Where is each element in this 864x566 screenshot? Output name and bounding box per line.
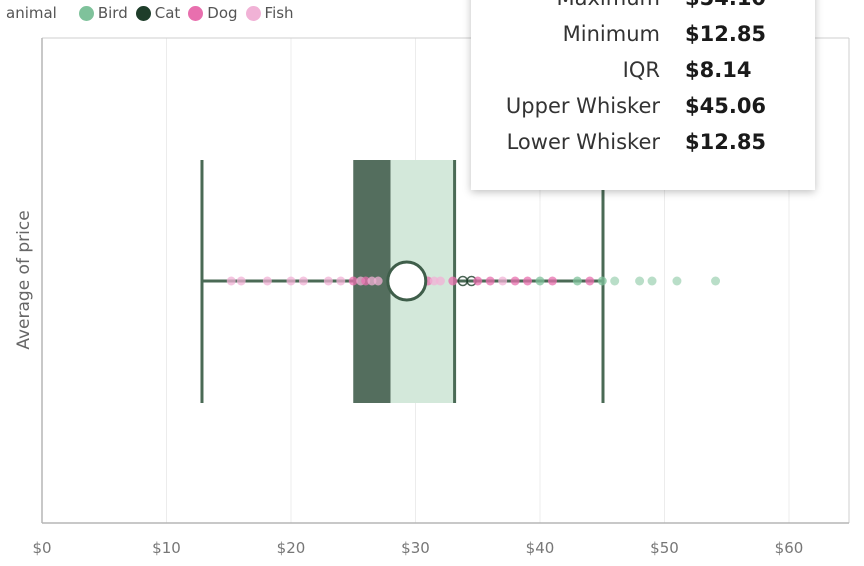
x-tick-label: $40 xyxy=(526,539,555,557)
point-bird xyxy=(597,276,607,286)
legend-label-fish: Fish xyxy=(264,4,294,22)
tooltip-value: $8.14 xyxy=(685,58,752,82)
point-dog xyxy=(473,276,483,286)
legend-label-dog: Dog xyxy=(207,4,238,22)
point-fish xyxy=(435,276,445,286)
point-bird xyxy=(572,276,582,286)
tooltip-label: Upper Whisker xyxy=(505,94,660,118)
tooltip-row-iqr: IQR $8.14 xyxy=(471,58,815,88)
bird-dot-icon xyxy=(78,5,94,21)
point-bird xyxy=(610,276,620,286)
tooltip: Maximum $54.10 Minimum $12.85 IQR $8.14 … xyxy=(471,0,815,190)
x-axis-ticks: $0 $10 $20 $30 $40 $50 $60 xyxy=(32,539,803,557)
fish-dot-icon xyxy=(245,5,261,21)
dog-dot-icon xyxy=(188,5,204,21)
y-axis-label: Average of price xyxy=(14,210,34,349)
tooltip-value: $12.85 xyxy=(685,130,767,154)
point-bird xyxy=(711,276,721,286)
point-fish xyxy=(498,276,508,286)
point-fish xyxy=(236,276,246,286)
tooltip-label: IQR xyxy=(622,58,660,82)
legend-item-fish[interactable]: Fish xyxy=(245,4,294,22)
x-tick-label: $0 xyxy=(32,539,51,557)
point-fish xyxy=(373,276,383,286)
tooltip-value: $54.10 xyxy=(685,0,766,10)
point-fish xyxy=(298,276,308,286)
point-dog xyxy=(585,276,595,286)
tooltip-label: Lower Whisker xyxy=(506,130,660,154)
tooltip-pointer xyxy=(455,148,471,170)
legend-title: animal xyxy=(6,4,57,22)
x-tick-label: $30 xyxy=(401,539,430,557)
point-dog xyxy=(523,276,533,286)
cat-dot-icon xyxy=(135,5,151,21)
point-fish xyxy=(286,276,296,286)
tooltip-label: Minimum xyxy=(562,22,660,46)
point-fish xyxy=(226,276,236,286)
x-tick-label: $60 xyxy=(775,539,804,557)
tooltip-row-upper-whisker: Upper Whisker $45.06 xyxy=(471,94,815,124)
point-dog xyxy=(510,276,520,286)
point-bird xyxy=(672,276,682,286)
x-tick-label: $20 xyxy=(277,539,306,557)
data-points xyxy=(226,260,721,302)
point-bird xyxy=(647,276,657,286)
point-bird xyxy=(535,276,545,286)
legend-item-dog[interactable]: Dog xyxy=(188,4,238,22)
tooltip-value: $45.06 xyxy=(685,94,767,118)
point-dog xyxy=(547,276,557,286)
tooltip-value: $12.85 xyxy=(685,22,767,46)
point-fish xyxy=(262,276,272,286)
legend-item-bird[interactable]: Bird xyxy=(78,4,128,22)
legend: animal Bird Cat Dog Fish xyxy=(6,2,302,24)
tooltip-row-lower-whisker: Lower Whisker $12.85 xyxy=(471,130,815,160)
x-tick-label: $50 xyxy=(650,539,679,557)
point-fish xyxy=(323,276,333,286)
point-dog xyxy=(485,276,495,286)
tooltip-row-minimum: Minimum $12.85 xyxy=(471,22,815,52)
legend-item-cat[interactable]: Cat xyxy=(135,4,181,22)
tooltip-label: Maximum xyxy=(557,0,660,10)
point-bird xyxy=(635,276,645,286)
x-tick-label: $10 xyxy=(152,539,181,557)
legend-label-bird: Bird xyxy=(97,4,128,22)
mean-marker xyxy=(386,260,428,302)
legend-label-cat: Cat xyxy=(154,4,181,22)
point-dog xyxy=(448,276,458,286)
tooltip-row-maximum: Maximum $54.10 xyxy=(471,0,815,16)
point-fish xyxy=(336,276,346,286)
